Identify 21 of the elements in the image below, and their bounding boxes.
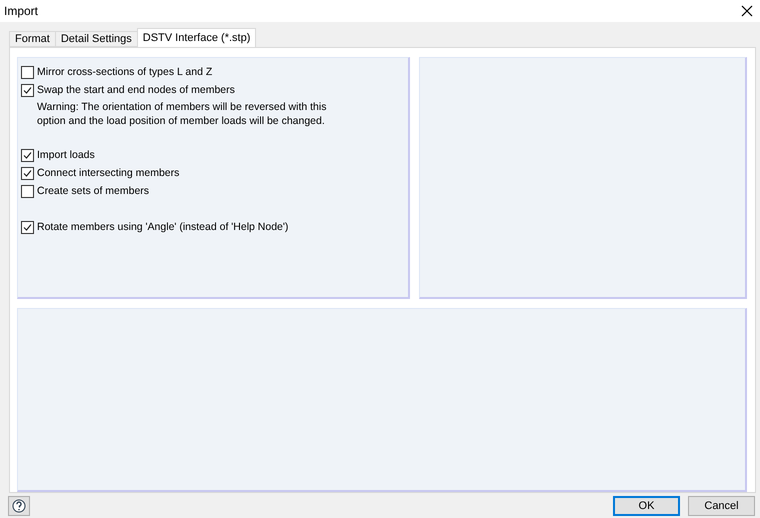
close-button[interactable] — [740, 4, 754, 18]
checkbox-label: Mirror cross-sections of types L and Z — [37, 66, 212, 78]
checkbox-label: Create sets of members — [37, 185, 150, 197]
tab[interactable]: Format — [9, 31, 56, 47]
checkbox-label: Rotate members using 'Angle' (instead of 'Help Node') — [37, 221, 288, 233]
warning-text: Warning: The orientation of members will be reversed with this option and the load position of member loads will be changed. — [37, 100, 328, 128]
checkbox[interactable] — [21, 220, 34, 234]
window-title: Import — [4, 4, 38, 18]
checkbox-label: Connect intersecting members — [37, 167, 180, 179]
cancel-button[interactable]: Cancel — [688, 496, 755, 516]
help-button[interactable] — [8, 496, 30, 516]
checkbox[interactable] — [21, 84, 34, 96]
tab[interactable]: Detail Settings — [54, 31, 138, 47]
checkbox[interactable] — [21, 148, 34, 162]
checkbox[interactable] — [21, 166, 34, 180]
tab[interactable]: DSTV Interface (*.stp) — [136, 28, 256, 47]
checkbox-label: Swap the start and end nodes of members — [37, 84, 235, 96]
checkbox[interactable] — [21, 66, 34, 78]
checkbox-label: Import loads — [37, 149, 95, 161]
checkbox[interactable] — [21, 184, 34, 198]
ok-button[interactable]: OK — [613, 496, 680, 516]
